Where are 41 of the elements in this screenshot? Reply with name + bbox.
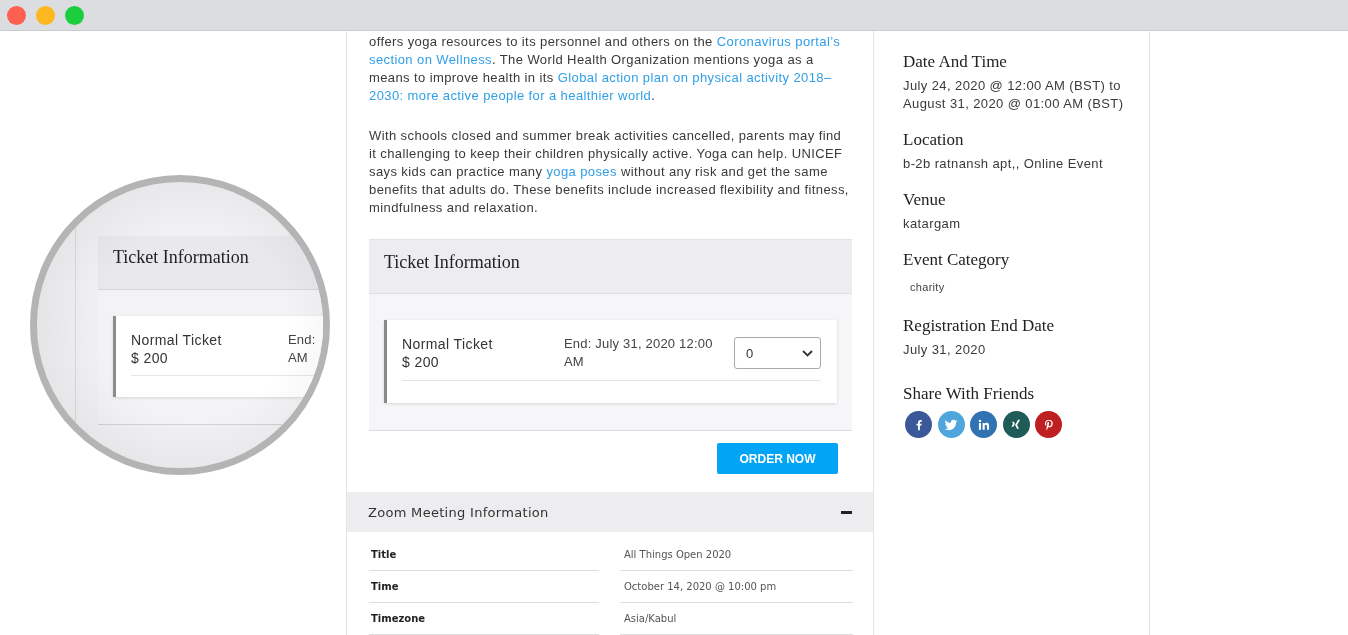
field-label: Title: [369, 539, 599, 571]
article-paragraph: offers yoga resources to its personnel and others on the Coronavirus portal’s section on Wellness. The World Health Organization mentions yoga as a means to improve health in its Global action plan on physical activity 2018– 2030: more active people for a healthier world.: [369, 33, 842, 105]
quantity-select[interactable]: 0: [734, 337, 821, 369]
ticket-name: Normal Ticket: [402, 335, 494, 353]
sidebar-heading: Share With Friends: [903, 383, 1036, 405]
field-value: All Things Open 2020: [620, 539, 853, 571]
text-link[interactable]: section on Wellness: [369, 52, 492, 67]
field-label: Timezone: [369, 603, 599, 635]
detail-text: July 31, 2020: [903, 341, 987, 359]
field-label: Time: [369, 571, 599, 603]
sidebar-heading: Date And Time: [903, 51, 1008, 73]
text-link[interactable]: Global action plan on physical activity 2018–: [557, 70, 832, 85]
category-link[interactable]: charity: [903, 275, 952, 299]
detail-text: b-2b ratnansh apt,, Online Event: [903, 155, 1104, 173]
text-link[interactable]: Coronavirus portal’s: [716, 34, 841, 49]
article-paragraph: With schools closed and summer break activities cancelled, parents may find it challenging to keep their children physically active. Yoga can help. UNICEF says kids can practice many yoga poses without any risk and get the same benefits that adults do. These benefits include increased flexibility and fitness, mindfulness and relaxation.: [369, 127, 850, 217]
ticket-name: Normal Ticket: [131, 331, 223, 349]
text-link[interactable]: 2030: more active people for a healthier world: [369, 88, 652, 103]
ticket-price: $ 200: [131, 349, 170, 367]
sidebar-heading: Venue: [903, 189, 947, 211]
ticket-price: $ 200: [402, 353, 441, 371]
sidebar-heading: Registration End Date: [903, 315, 1056, 337]
field-value: October 14, 2020 @ 10:00 pm: [620, 571, 853, 603]
section-title: Ticket Information: [113, 246, 250, 268]
text-link[interactable]: yoga poses: [546, 164, 617, 179]
xing-icon[interactable]: [1002, 411, 1030, 438]
linkedin-icon[interactable]: [970, 411, 997, 438]
ticket-end-date: End: July 31, 2020 12:00 AM: [564, 335, 714, 371]
ticket-end-date: End: AM: [288, 331, 316, 367]
pinterest-icon[interactable]: [1035, 411, 1062, 438]
sidebar-heading: Event Category: [903, 249, 1011, 271]
detail-text: July 24, 2020 @ 12:00 AM (BST) to August 31, 2020 @ 01:00 AM (BST): [903, 77, 1125, 113]
facebook-icon[interactable]: [905, 411, 932, 438]
sidebar-heading: Location: [903, 129, 965, 151]
field-value: Asia/Kabul: [620, 603, 853, 635]
order-now-button[interactable]: ORDER NOW: [717, 443, 838, 474]
section-title: Ticket Information: [384, 251, 521, 273]
detail-text: katargam: [903, 215, 962, 233]
twitter-icon[interactable]: [937, 411, 965, 438]
chevron-down-icon: [802, 349, 813, 357]
accordion-header[interactable]: Zoom Meeting Information: [347, 492, 873, 532]
